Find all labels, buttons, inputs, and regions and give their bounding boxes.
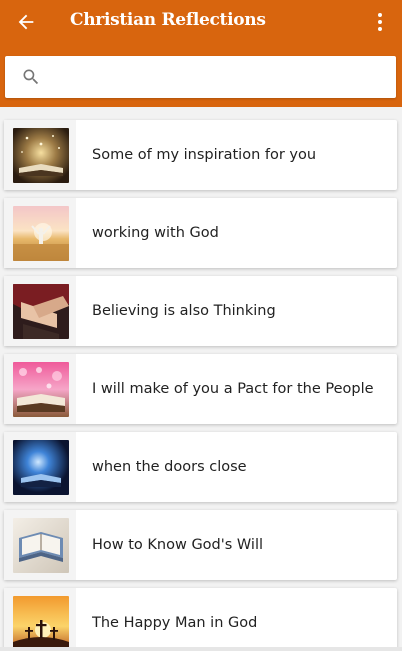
thumbnail-frame [4,276,76,346]
reflections-list: Some of my inspiration for you working w… [0,107,402,651]
list-item[interactable]: Some of my inspiration for you [4,120,397,190]
app-screen: Christian Reflections Some of my inspira… [0,0,402,651]
list-item[interactable]: I will make of you a Pact for the People [4,354,397,424]
list-item-title: Some of my inspiration for you [92,147,317,163]
arrow-left-icon [18,14,34,30]
list-item-title: I will make of you a Pact for the People [92,381,374,397]
glowing-book-image [13,128,69,183]
list-item[interactable]: How to Know God's Will [4,510,397,580]
list-item[interactable]: Believing is also Thinking [4,276,397,346]
bottom-edge [0,647,402,651]
blue-light-book-image [13,440,69,495]
pink-book-image [13,362,69,417]
field-person-image [13,206,69,261]
list-item-title: working with God [92,225,219,241]
search-bar[interactable] [5,56,396,98]
app-bar: Christian Reflections [0,0,402,107]
open-bible-image [13,518,69,573]
hands-bible-image [13,284,69,339]
thumbnail-frame [4,354,76,424]
crosses-sunset-image [13,596,69,651]
thumbnail-frame [4,510,76,580]
page-title: Christian Reflections [70,10,266,30]
thumbnail-frame [4,588,76,651]
search-icon [23,69,39,85]
thumbnail-frame [4,432,76,502]
list-item-title: How to Know God's Will [92,537,264,553]
list-item[interactable]: working with God [4,198,397,268]
thumbnail-frame [4,198,76,268]
thumbnail-frame [4,120,76,190]
list-item[interactable]: when the doors close [4,432,397,502]
back-button[interactable] [10,6,42,38]
list-item-title: Believing is also Thinking [92,303,276,319]
list-item[interactable]: The Happy Man in God [4,588,397,651]
list-item-title: The Happy Man in God [92,615,258,631]
overflow-menu-button[interactable] [368,6,392,38]
search-input[interactable] [53,62,387,94]
more-vertical-icon [378,13,382,31]
list-item-title: when the doors close [92,459,247,475]
